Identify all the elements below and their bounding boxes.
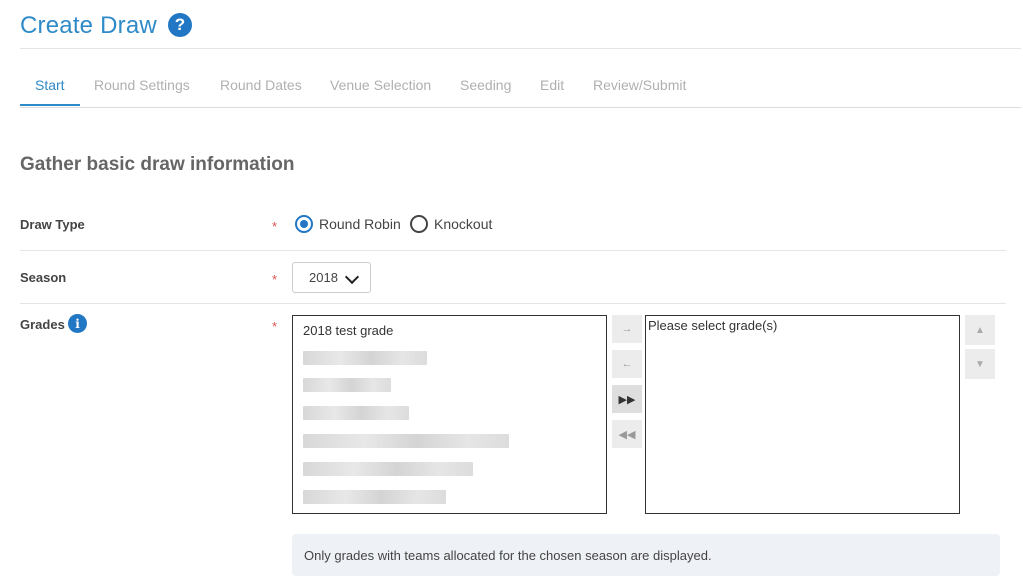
move-all-right-button[interactable]: ▶▶ — [612, 385, 642, 413]
tab-round-settings[interactable]: Round Settings — [94, 77, 190, 93]
radio-checked-icon[interactable] — [295, 215, 313, 233]
help-icon[interactable]: ? — [168, 13, 192, 37]
active-tab-indicator — [20, 104, 80, 106]
redacted-grade-option[interactable] — [303, 406, 409, 420]
season-label: Season — [20, 270, 67, 285]
tab-venue-selection[interactable]: Venue Selection — [330, 77, 431, 93]
radio-round-robin[interactable]: Round Robin — [295, 215, 401, 233]
radio-knockout[interactable]: Knockout — [410, 215, 492, 233]
redacted-grade-option[interactable] — [303, 378, 391, 392]
required-marker: * — [272, 272, 278, 287]
tab-start[interactable]: Start — [35, 77, 65, 93]
redacted-grade-option[interactable] — [303, 462, 473, 476]
available-grades-list[interactable]: 2018 test grade — [292, 315, 607, 514]
page-header: Create Draw ? — [20, 10, 1021, 49]
season-select[interactable]: 2018 — [292, 262, 371, 293]
tab-seeding[interactable]: Seeding — [460, 77, 511, 93]
tab-round-dates[interactable]: Round Dates — [220, 77, 302, 93]
chevron-down-icon — [344, 269, 360, 285]
wizard-tabs: Start Round Settings Round Dates Venue S… — [20, 62, 1021, 108]
required-marker: * — [272, 219, 278, 234]
selected-grades-placeholder: Please select grade(s) — [648, 318, 778, 333]
move-up-button[interactable]: ▲ — [965, 315, 995, 345]
move-down-button[interactable]: ▼ — [965, 349, 995, 379]
row-divider — [20, 303, 1006, 304]
required-marker: * — [272, 319, 278, 334]
radio-round-robin-label: Round Robin — [319, 216, 401, 232]
row-divider — [20, 250, 1006, 251]
tab-review-submit[interactable]: Review/Submit — [593, 77, 686, 93]
grade-option[interactable]: 2018 test grade — [303, 323, 393, 338]
info-icon[interactable]: i — [68, 314, 87, 333]
move-all-left-button[interactable]: ◀◀ — [612, 420, 642, 448]
redacted-grade-option[interactable] — [303, 351, 427, 365]
radio-knockout-label: Knockout — [434, 216, 493, 232]
move-right-button[interactable]: → — [612, 315, 642, 343]
grades-notice: Only grades with teams allocated for the… — [292, 534, 1000, 576]
move-left-button[interactable]: ← — [612, 350, 642, 378]
redacted-grade-option[interactable] — [303, 490, 446, 504]
section-title: Gather basic draw information — [20, 154, 295, 175]
radio-unchecked-icon[interactable] — [410, 215, 428, 233]
redacted-grade-option[interactable] — [303, 434, 509, 448]
page-title: Create Draw — [20, 12, 157, 39]
selected-grades-list[interactable]: Please select grade(s) — [645, 315, 960, 514]
grades-label: Grades — [20, 317, 65, 332]
tab-edit[interactable]: Edit — [540, 77, 564, 93]
season-select-value: 2018 — [309, 270, 338, 285]
draw-type-label: Draw Type — [20, 217, 85, 232]
